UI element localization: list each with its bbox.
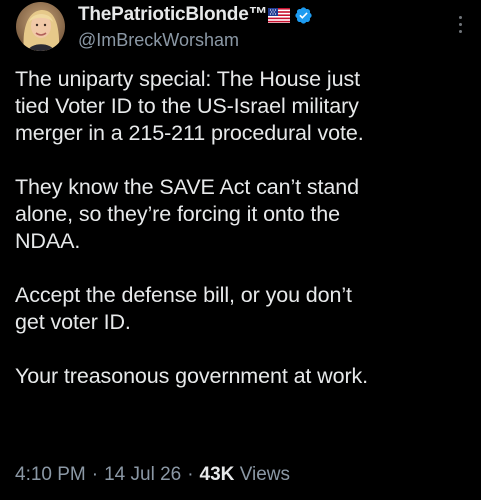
verified-badge-icon [294, 6, 313, 25]
tweet-header: ThePatrioticBlonde™ @ImBreckWorsham [78, 3, 451, 51]
author-display-name[interactable]: ThePatrioticBlonde™ [78, 4, 268, 26]
tweet-date[interactable]: 14 Jul 26 [104, 464, 181, 485]
meta-separator: · [91, 464, 99, 485]
avatar[interactable] [16, 2, 65, 51]
tweet-paragraph: Accept the defense bill, or you don’t ge… [15, 283, 352, 334]
tweet-paragraph: They know the SAVE Act can’t stand alone… [15, 175, 359, 253]
tweet-card: ThePatrioticBlonde™ @ImBreckWorsham The … [0, 0, 481, 500]
more-options-icon[interactable] [457, 16, 463, 38]
name-row: ThePatrioticBlonde™ [78, 3, 451, 27]
views-label: Views [239, 464, 291, 485]
tweet-time[interactable]: 4:10 PM [15, 464, 86, 485]
author-handle[interactable]: @ImBreckWorsham [78, 30, 451, 51]
tweet-text: The uniparty special: The House just tie… [15, 66, 470, 390]
tweet-meta: 4:10 PM · 14 Jul 26 · 43K Views [15, 464, 290, 486]
us-flag-icon [268, 7, 291, 23]
meta-separator: · [187, 464, 194, 485]
views-count[interactable]: 43K [200, 464, 235, 485]
tweet-paragraph: Your treasonous government at work. [15, 364, 369, 388]
tweet-paragraph: The uniparty special: The House just tie… [15, 67, 364, 145]
